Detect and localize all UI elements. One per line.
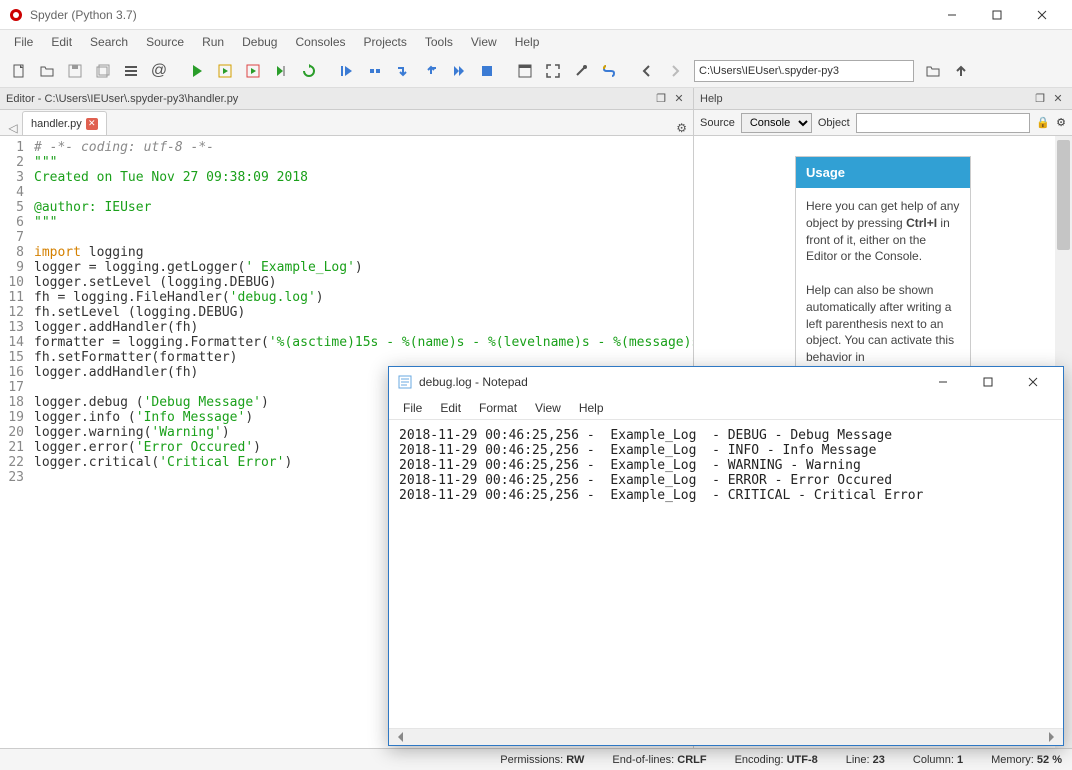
status-eol: End-of-lines: CRLF: [612, 754, 706, 766]
open-file-icon[interactable]: [34, 58, 60, 84]
help-source-label: Source: [700, 117, 735, 129]
step-out-icon[interactable]: [418, 58, 444, 84]
tab-options-icon[interactable]: ⚙: [676, 121, 687, 135]
statusbar: Permissions: RW End-of-lines: CRLF Encod…: [0, 748, 1072, 770]
maxpane-icon[interactable]: [512, 58, 538, 84]
menu-consoles[interactable]: Consoles: [287, 32, 353, 52]
maximize-button[interactable]: [974, 1, 1019, 29]
editor-header-label: Editor - C:\Users\IEUser\.spyder-py3\han…: [6, 93, 238, 105]
help-undock-icon[interactable]: ❐: [1032, 91, 1048, 107]
notepad-menu-format[interactable]: Format: [471, 399, 525, 417]
menu-help[interactable]: Help: [507, 32, 548, 52]
pythonpath-icon[interactable]: [596, 58, 622, 84]
notepad-window: debug.log - Notepad FileEditFormatViewHe…: [388, 366, 1064, 746]
notepad-maximize-button[interactable]: [965, 368, 1010, 396]
working-dir-input[interactable]: [694, 60, 914, 82]
debug-icon[interactable]: [334, 58, 360, 84]
save-icon[interactable]: [62, 58, 88, 84]
menu-projects[interactable]: Projects: [356, 32, 415, 52]
notepad-close-button[interactable]: [1010, 368, 1055, 396]
notepad-text-area[interactable]: 2018-11-29 00:46:25,256 - Example_Log - …: [389, 419, 1063, 728]
notepad-icon: [397, 374, 413, 390]
toolbar: @: [0, 54, 1072, 88]
help-object-label: Object: [818, 117, 850, 129]
notepad-menu-edit[interactable]: Edit: [432, 399, 469, 417]
editor-tabbar: ◁ handler.py ✕ ⚙: [0, 110, 693, 136]
usage-text: Here you can get help of any object by p…: [796, 188, 970, 376]
notepad-menu-view[interactable]: View: [527, 399, 569, 417]
menu-search[interactable]: Search: [82, 32, 136, 52]
help-source-select[interactable]: Console: [741, 113, 812, 133]
status-encoding: Encoding: UTF-8: [735, 754, 818, 766]
preferences-icon[interactable]: [568, 58, 594, 84]
status-column: Column: 1: [913, 754, 963, 766]
menu-debug[interactable]: Debug: [234, 32, 285, 52]
save-all-icon[interactable]: [90, 58, 116, 84]
run-cell-advance-icon[interactable]: [240, 58, 266, 84]
fullscreen-icon[interactable]: [540, 58, 566, 84]
notepad-minimize-button[interactable]: [920, 368, 965, 396]
at-icon[interactable]: @: [146, 58, 172, 84]
notepad-scrollbar-horizontal[interactable]: [389, 728, 1063, 745]
menu-source[interactable]: Source: [138, 32, 192, 52]
close-pane-icon[interactable]: ✕: [671, 91, 687, 107]
parent-dir-icon[interactable]: [948, 58, 974, 84]
status-line: Line: 23: [846, 754, 885, 766]
run-selection-icon[interactable]: [268, 58, 294, 84]
new-file-icon[interactable]: [6, 58, 32, 84]
forward-icon[interactable]: [662, 58, 688, 84]
run-icon[interactable]: [184, 58, 210, 84]
stop-icon[interactable]: [474, 58, 500, 84]
help-pane-header: Help ❐ ✕: [694, 88, 1072, 110]
file-tab[interactable]: handler.py ✕: [22, 111, 107, 135]
browse-dir-icon[interactable]: [920, 58, 946, 84]
usage-card: Usage Here you can get help of any objec…: [795, 156, 971, 377]
close-button[interactable]: [1019, 1, 1064, 29]
rerun-icon[interactable]: [296, 58, 322, 84]
menu-edit[interactable]: Edit: [43, 32, 80, 52]
line-gutter: 1 2 3 4 5 6 7 8 9 10 11 12 13 14 15 16 1…: [0, 136, 30, 748]
help-object-input[interactable]: [856, 113, 1031, 133]
menu-view[interactable]: View: [463, 32, 505, 52]
run-cell-icon[interactable]: [212, 58, 238, 84]
window-title: Spyder (Python 3.7): [30, 8, 929, 22]
usage-title: Usage: [796, 157, 970, 188]
spyder-titlebar: Spyder (Python 3.7): [0, 0, 1072, 30]
menu-tools[interactable]: Tools: [417, 32, 461, 52]
step-over-icon[interactable]: [362, 58, 388, 84]
spyder-icon: [8, 7, 24, 23]
notepad-title: debug.log - Notepad: [419, 375, 920, 389]
file-tab-label: handler.py: [31, 118, 82, 130]
status-memory: Memory: 52 %: [991, 754, 1062, 766]
status-permissions: Permissions: RW: [500, 754, 584, 766]
help-toolbar: Source Console Object 🔒 ⚙: [694, 110, 1072, 136]
back-icon[interactable]: [634, 58, 660, 84]
tab-scroll-left-icon[interactable]: ◁: [4, 121, 22, 135]
undock-icon[interactable]: ❐: [653, 91, 669, 107]
minimize-button[interactable]: [929, 1, 974, 29]
outline-icon[interactable]: [118, 58, 144, 84]
notepad-titlebar: debug.log - Notepad: [389, 367, 1063, 397]
editor-pane-header: Editor - C:\Users\IEUser\.spyder-py3\han…: [0, 88, 693, 110]
help-close-icon[interactable]: ✕: [1050, 91, 1066, 107]
continue-icon[interactable]: [446, 58, 472, 84]
help-gear-icon[interactable]: ⚙: [1056, 116, 1066, 129]
help-header-label: Help: [700, 93, 723, 105]
notepad-menu-file[interactable]: File: [395, 399, 430, 417]
notepad-menubar: FileEditFormatViewHelp: [389, 397, 1063, 419]
notepad-menu-help[interactable]: Help: [571, 399, 612, 417]
menubar: FileEditSearchSourceRunDebugConsolesProj…: [0, 30, 1072, 54]
lock-icon[interactable]: 🔒: [1036, 116, 1050, 129]
tab-close-icon[interactable]: ✕: [86, 118, 98, 130]
menu-file[interactable]: File: [6, 32, 41, 52]
menu-run[interactable]: Run: [194, 32, 232, 52]
step-into-icon[interactable]: [390, 58, 416, 84]
